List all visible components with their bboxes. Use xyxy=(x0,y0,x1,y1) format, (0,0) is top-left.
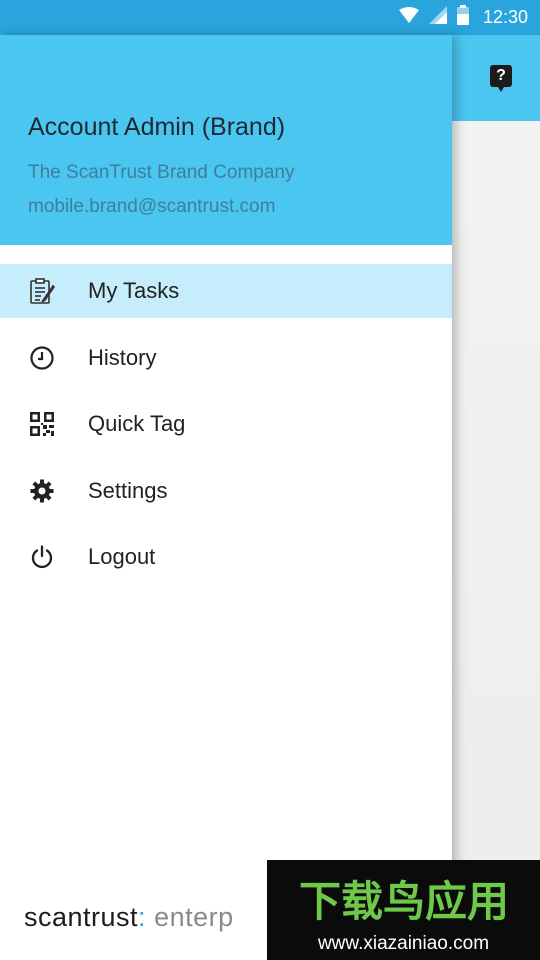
menu-item-logout[interactable]: Logout xyxy=(0,530,452,584)
brand-name: scantrust xyxy=(24,902,139,932)
tasks-icon xyxy=(28,277,56,305)
menu-item-quick-tag[interactable]: Quick Tag xyxy=(0,397,452,451)
svg-text:下载鸟应用: 下载鸟应用 xyxy=(299,877,509,926)
account-email: mobile.brand@scantrust.com xyxy=(28,196,276,217)
navigation-drawer: Account Admin (Brand) The ScanTrust Bran… xyxy=(0,35,452,960)
menu-label: History xyxy=(88,344,157,370)
watermark: 下载鸟应用 www.xiazainiao.com xyxy=(267,860,540,960)
status-time: 12:30 xyxy=(482,7,528,27)
watermark-url: www.xiazainiao.com xyxy=(317,933,490,954)
watermark-logo: 下载鸟应用 xyxy=(299,877,509,926)
battery-icon xyxy=(456,5,469,30)
signal-icon xyxy=(428,6,447,29)
menu-label: Settings xyxy=(88,477,168,503)
drawer-menu: My Tasks History Quick Tag Settings Logo… xyxy=(0,264,452,597)
menu-item-history[interactable]: History xyxy=(0,331,452,385)
menu-label: My Tasks xyxy=(88,278,180,303)
help-icon[interactable]: ? xyxy=(490,65,512,92)
status-icons: 12:30 xyxy=(398,0,528,35)
account-name: Account Admin (Brand) xyxy=(28,113,286,141)
brand-colon: : xyxy=(138,902,147,932)
menu-label: Quick Tag xyxy=(88,411,186,436)
status-bar: 12:30 xyxy=(0,0,540,35)
menu-label: Logout xyxy=(88,544,156,569)
footer-brand: scantrust: enterp xyxy=(24,902,234,933)
drawer-header: Account Admin (Brand) The ScanTrust Bran… xyxy=(0,35,452,245)
power-icon xyxy=(28,543,56,571)
app-bar: ? xyxy=(452,35,540,121)
menu-item-settings[interactable]: Settings xyxy=(0,464,452,518)
brand-suffix: enterp xyxy=(146,902,234,932)
clock-icon xyxy=(28,344,56,372)
main-content xyxy=(452,121,540,960)
company-name: The ScanTrust Brand Company xyxy=(28,162,295,183)
qr-code-icon xyxy=(28,410,56,438)
menu-item-my-tasks[interactable]: My Tasks xyxy=(0,264,452,318)
gear-icon xyxy=(28,477,56,505)
wifi-icon xyxy=(398,7,419,28)
